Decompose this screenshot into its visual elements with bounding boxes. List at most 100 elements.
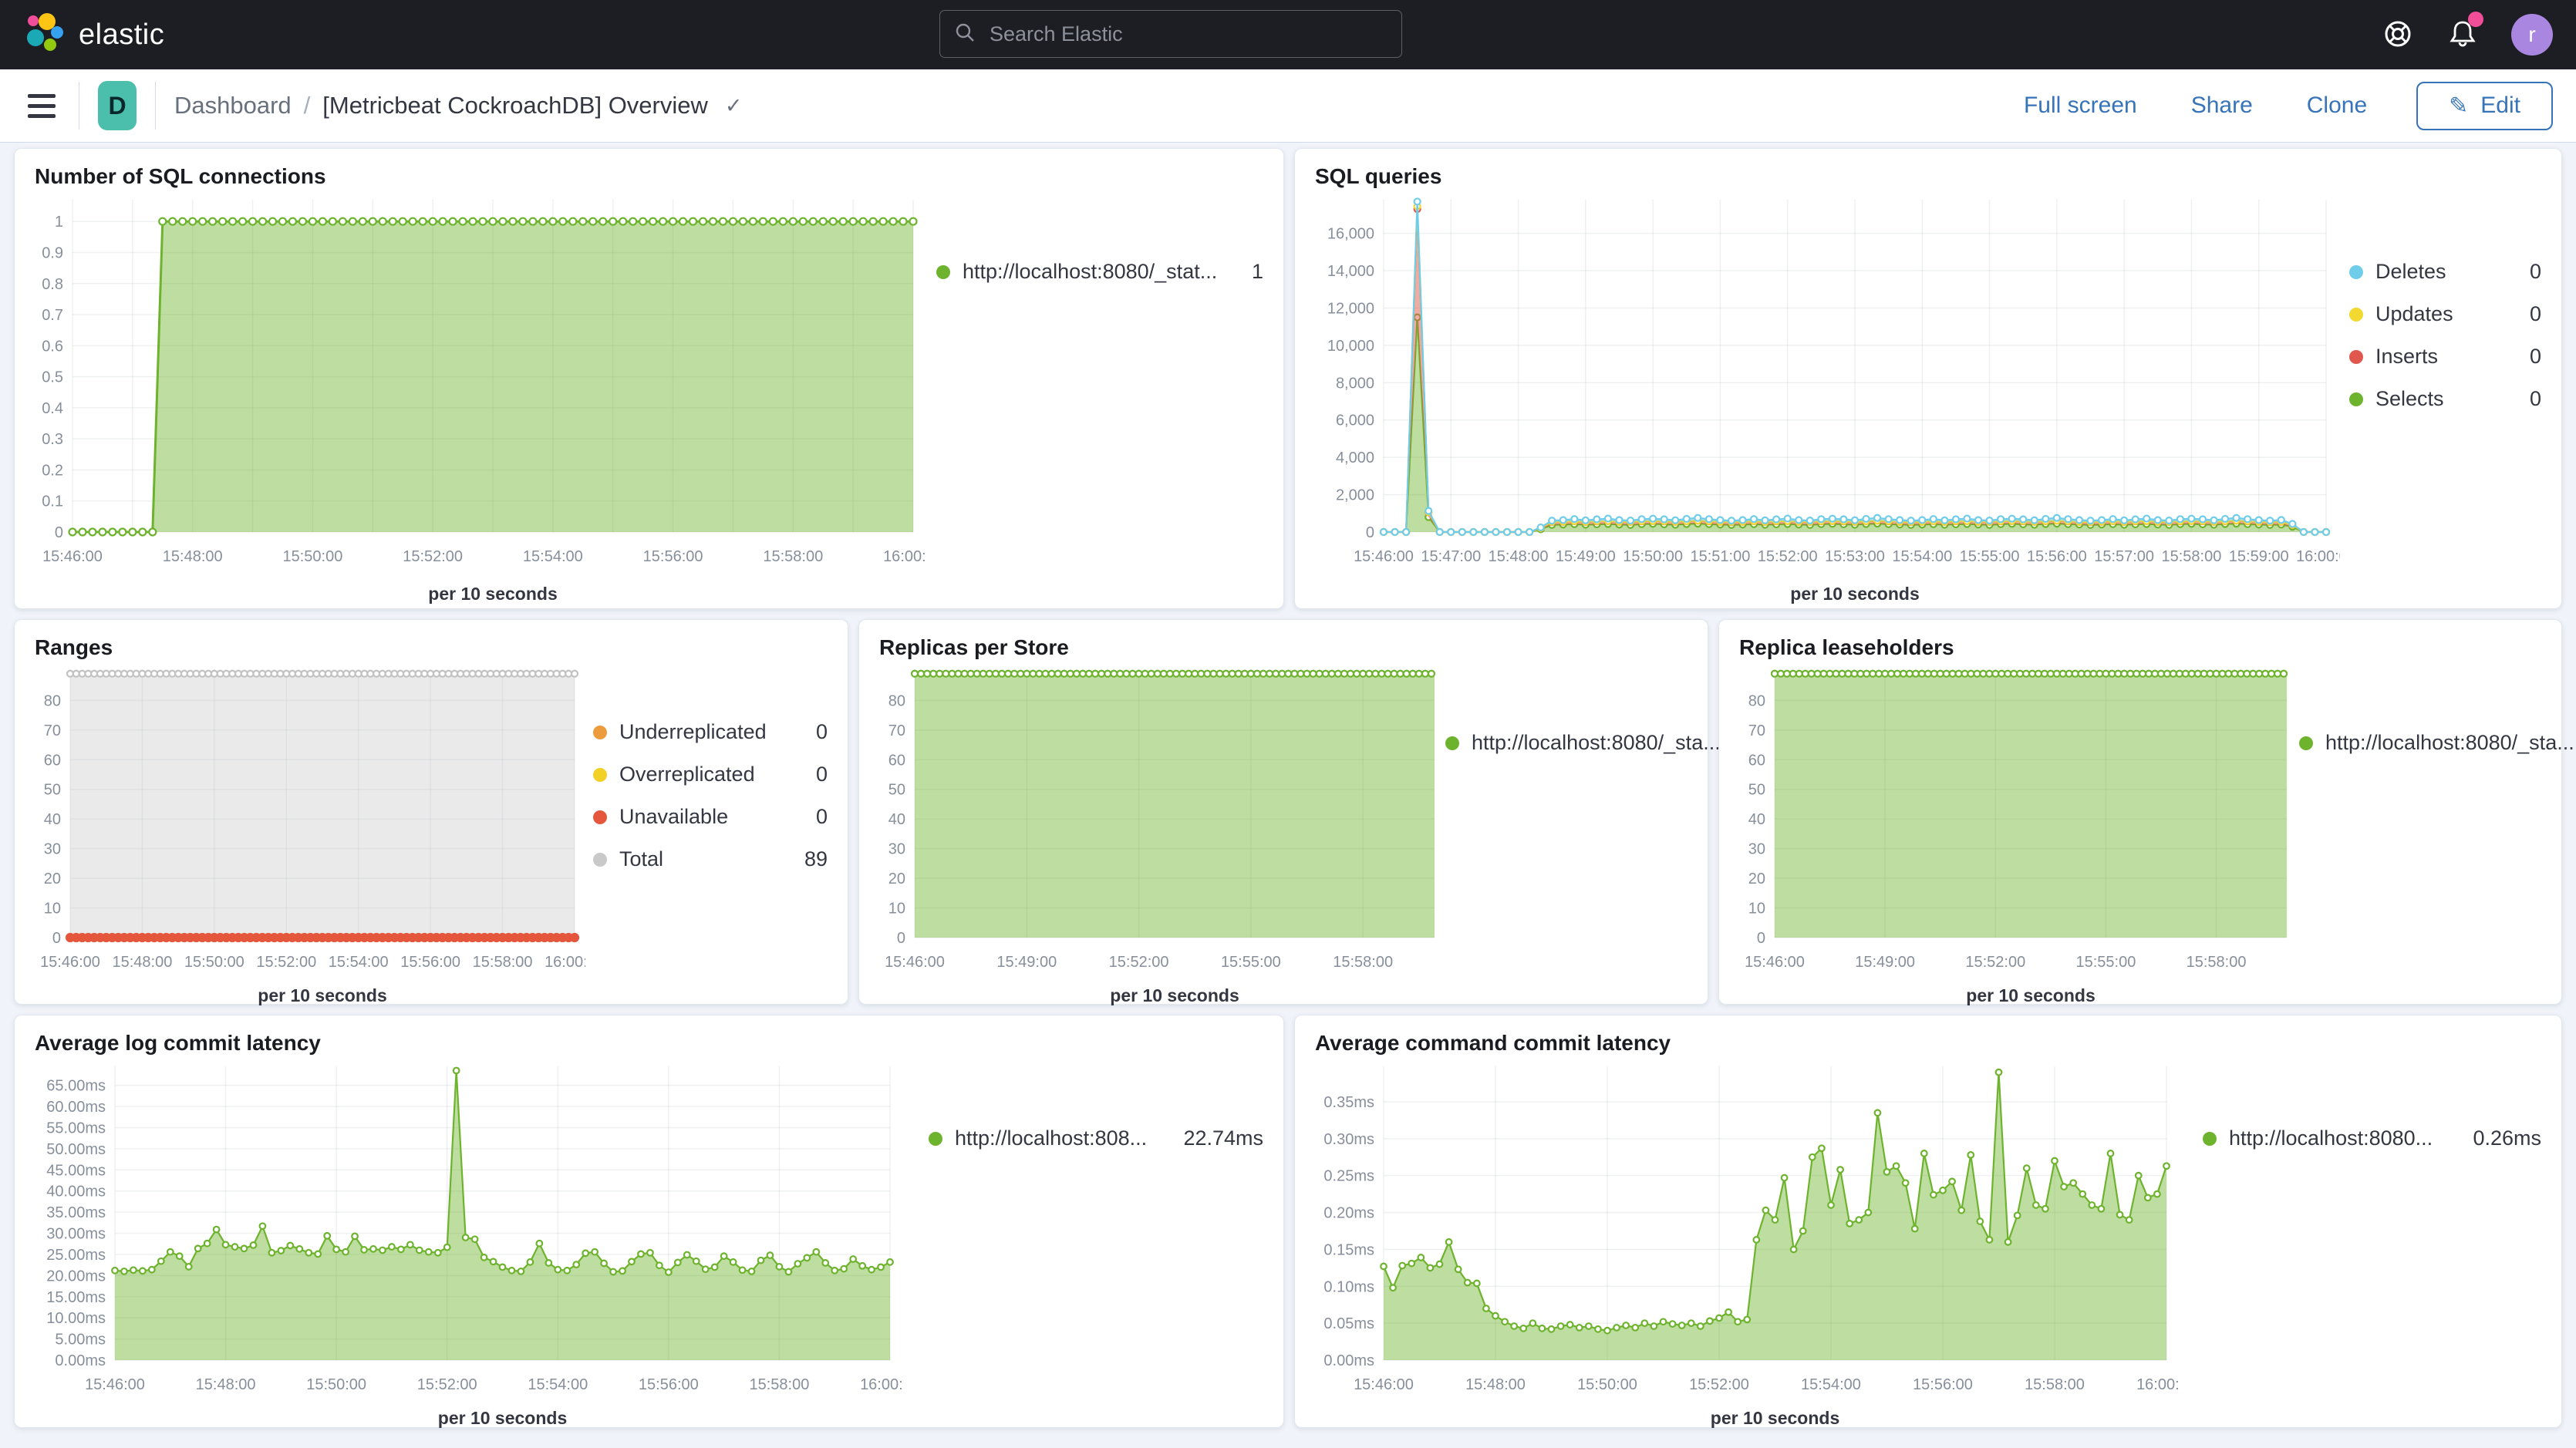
- svg-text:15:53:00: 15:53:00: [1825, 548, 1885, 565]
- svg-text:15:58:00: 15:58:00: [749, 1376, 809, 1393]
- legend-dot-icon: [593, 810, 607, 824]
- svg-text:45.00ms: 45.00ms: [46, 1162, 106, 1179]
- svg-text:0: 0: [52, 930, 61, 947]
- svg-text:15:56:00: 15:56:00: [1913, 1376, 1973, 1393]
- help-button[interactable]: [2382, 18, 2414, 52]
- legend-item[interactable]: http://localhost:8080/_sta...89: [2299, 731, 2541, 755]
- user-avatar[interactable]: r: [2511, 14, 2553, 56]
- elastic-brand[interactable]: elastic: [23, 12, 164, 58]
- svg-text:15:54:00: 15:54:00: [1892, 548, 1952, 565]
- svg-text:15:50:00: 15:50:00: [306, 1376, 366, 1393]
- legend-value: 0: [2516, 387, 2541, 411]
- space-initial: D: [108, 92, 126, 120]
- legend-label: Underreplicated: [619, 720, 767, 744]
- panel-title: Replica leaseholders: [1739, 635, 2546, 660]
- svg-text:0.3: 0.3: [42, 431, 63, 448]
- legend-value: 0: [2516, 260, 2541, 284]
- elastic-logo-icon: [23, 12, 65, 58]
- svg-text:50: 50: [1748, 782, 1765, 799]
- svg-text:per 10 seconds: per 10 seconds: [1966, 985, 2095, 1005]
- legend-label: http://localhost:8080/_sta...: [1472, 731, 1721, 755]
- panel-title: Average command commit latency: [1315, 1031, 2546, 1056]
- svg-text:60: 60: [1748, 752, 1765, 769]
- dashboard-toolbar: D Dashboard / [Metricbeat CockroachDB] O…: [0, 69, 2576, 143]
- alerts-button[interactable]: [2446, 18, 2479, 52]
- svg-text:0.8: 0.8: [42, 276, 63, 293]
- svg-text:30: 30: [1748, 841, 1765, 858]
- chart-ranges[interactable]: 0102030405060708015:46:0015:48:0015:50:0…: [30, 660, 585, 1015]
- chart-log-commit-latency[interactable]: 0.00ms5.00ms10.00ms15.00ms20.00ms25.00ms…: [30, 1056, 902, 1437]
- svg-text:15:46:00: 15:46:00: [885, 954, 945, 971]
- avatar-initial: r: [2528, 22, 2535, 47]
- chart-replicas-per-store[interactable]: 0102030405060708015:46:0015:49:0015:52:0…: [875, 660, 1445, 1015]
- svg-text:15.00ms: 15.00ms: [46, 1289, 106, 1306]
- svg-text:15:58:00: 15:58:00: [763, 548, 823, 565]
- svg-text:10,000: 10,000: [1327, 338, 1374, 355]
- svg-text:15:52:00: 15:52:00: [403, 548, 463, 565]
- legend-item[interactable]: Overreplicated0: [593, 763, 828, 786]
- svg-text:15:51:00: 15:51:00: [1690, 548, 1750, 565]
- search-input[interactable]: [988, 22, 1387, 47]
- global-search[interactable]: [939, 10, 1402, 58]
- chart-legend: Underreplicated0Overreplicated0Unavailab…: [593, 660, 832, 871]
- divider: [155, 82, 156, 130]
- legend-item[interactable]: Underreplicated0: [593, 720, 828, 744]
- legend-value: 0: [2516, 302, 2541, 326]
- legend-value: 0: [802, 805, 828, 829]
- chart-sql-queries[interactable]: 02,0004,0006,0008,00010,00012,00014,0001…: [1310, 189, 2340, 613]
- chart-command-commit-latency[interactable]: 0.00ms0.05ms0.10ms0.15ms0.20ms0.25ms0.30…: [1310, 1056, 2178, 1437]
- svg-text:15:54:00: 15:54:00: [528, 1376, 588, 1393]
- legend-item[interactable]: http://localhost:8080/_sta...89: [1445, 731, 1688, 755]
- svg-text:15:52:00: 15:52:00: [1689, 1376, 1749, 1393]
- svg-text:15:52:00: 15:52:00: [256, 954, 316, 971]
- legend-dot-icon: [593, 853, 607, 867]
- svg-text:0.7: 0.7: [42, 307, 63, 324]
- panel-command-commit-latency: Average command commit latency 0.00ms0.0…: [1294, 1015, 2562, 1428]
- menu-button[interactable]: [23, 89, 60, 123]
- svg-text:15:52:00: 15:52:00: [417, 1376, 477, 1393]
- svg-text:15:46:00: 15:46:00: [42, 548, 103, 565]
- legend-item[interactable]: Total89: [593, 847, 828, 871]
- svg-text:15:48:00: 15:48:00: [196, 1376, 256, 1393]
- legend-item[interactable]: http://localhost:808...22.74ms: [929, 1126, 1263, 1150]
- svg-text:50.00ms: 50.00ms: [46, 1141, 106, 1158]
- svg-text:15:48:00: 15:48:00: [1489, 548, 1549, 565]
- space-badge[interactable]: D: [98, 81, 137, 130]
- svg-text:70: 70: [1748, 722, 1765, 739]
- svg-text:70: 70: [44, 722, 61, 739]
- legend-dot-icon: [2299, 736, 2313, 750]
- chart-replica-leaseholders[interactable]: 0102030405060708015:46:0015:49:0015:52:0…: [1735, 660, 2298, 1015]
- svg-text:15:56:00: 15:56:00: [639, 1376, 699, 1393]
- full-screen-button[interactable]: Full screen: [2019, 92, 2142, 120]
- svg-text:per 10 seconds: per 10 seconds: [1110, 985, 1239, 1005]
- svg-text:50: 50: [888, 782, 905, 799]
- legend-item[interactable]: Inserts0: [2349, 345, 2541, 369]
- panel-title: Replicas per Store: [879, 635, 1692, 660]
- share-button[interactable]: Share: [2187, 92, 2257, 120]
- svg-text:15:48:00: 15:48:00: [163, 548, 223, 565]
- legend-item[interactable]: Deletes0: [2349, 260, 2541, 284]
- breadcrumb-dashboard-link[interactable]: Dashboard: [174, 92, 292, 120]
- svg-text:80: 80: [1748, 692, 1765, 709]
- legend-value: 0.26ms: [2459, 1126, 2541, 1150]
- edit-button[interactable]: ✎ Edit: [2416, 82, 2553, 130]
- legend-item[interactable]: Selects0: [2349, 387, 2541, 411]
- svg-text:40: 40: [888, 811, 905, 828]
- svg-text:0.4: 0.4: [42, 400, 63, 417]
- svg-text:80: 80: [44, 692, 61, 709]
- legend-dot-icon: [1445, 736, 1459, 750]
- legend-item[interactable]: Unavailable0: [593, 805, 828, 829]
- chart-sql-connections[interactable]: 00.10.20.30.40.50.60.70.80.9115:46:0015:…: [30, 189, 925, 613]
- svg-text:15:55:00: 15:55:00: [2075, 954, 2136, 971]
- legend-item[interactable]: Updates0: [2349, 302, 2541, 326]
- svg-text:14,000: 14,000: [1327, 263, 1374, 280]
- legend-item[interactable]: http://localhost:8080...0.26ms: [2203, 1126, 2541, 1150]
- chart-legend: http://localhost:8080/_stat...1: [936, 189, 1268, 284]
- legend-dot-icon: [2349, 350, 2363, 364]
- legend-item[interactable]: http://localhost:8080/_stat...1: [936, 260, 1263, 284]
- svg-text:15:52:00: 15:52:00: [1965, 954, 2025, 971]
- svg-text:20: 20: [44, 870, 61, 887]
- svg-text:0: 0: [1757, 930, 1765, 947]
- svg-text:60: 60: [888, 752, 905, 769]
- clone-button[interactable]: Clone: [2302, 92, 2372, 120]
